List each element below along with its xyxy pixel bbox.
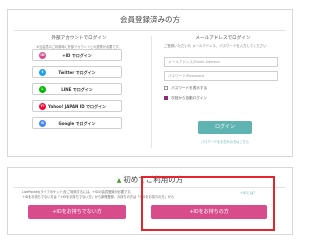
show-password-checkbox[interactable] [164,86,168,90]
registered-members-title: 会員登録済みの方 [120,15,180,24]
auto-login-label: 次回から自動ログイン [171,96,208,100]
registered-members-panel: 会員登録済みの方 外部アカウントでログイン ※当会員のご利用時に外部アカウントと… [7,9,293,157]
external-login-heading: 外部アカウントでログイン [51,36,107,41]
column-divider [151,36,152,148]
email-login-note: ご登録いただいた メールアドレス、パスワードを入力してください [164,44,267,48]
line-login-button[interactable]: L LINE でログイン [32,83,122,95]
external-login-column: 外部アカウントでログイン ※当会員のご利用時に外部アカウントとの連携が必要です。 [14,35,144,49]
login-button[interactable]: ログイン [198,121,252,134]
email-field[interactable] [164,57,278,67]
plus-id-login-button[interactable]: ID +ID でログイン [32,49,122,61]
yahoo-login-button[interactable]: Y! Yahoo! JAPAN ID でログイン [32,100,122,112]
auto-login-checkbox[interactable] [164,96,168,100]
highlight-annotation [141,176,275,231]
beginner-leaf-icon: ▲ [116,177,122,184]
plus-id-login-label: +ID でログイン [62,53,92,58]
line-login-label: LINE でログイン [61,87,93,92]
twitter-login-button[interactable]: t Twitter でログイン [32,66,122,78]
email-login-heading: メールアドレスでログイン [195,36,251,41]
password-field[interactable] [164,71,278,81]
yahoo-login-label: Yahoo! JAPAN ID でログイン [48,104,106,109]
auto-login-row[interactable]: 次回から自動ログイン [164,96,207,102]
email-login-column: メールアドレスでログイン ご登録いただいた メールアドレス、パスワードを入力して… [158,35,288,144]
google-login-button[interactable]: G Google でログイン [32,117,122,129]
twitter-login-label: Twitter でログイン [58,70,96,75]
login-page: 会員登録済みの方 外部アカウントでログイン ※当会員のご利用時に外部アカウントと… [0,0,300,243]
google-login-label: Google でログイン [58,121,96,126]
show-password-row[interactable]: パスワードを表示する [164,86,207,92]
show-password-label: パスワードを表示する [171,86,208,90]
forgot-password-link[interactable]: パスワードをお忘れの方はこちら [158,139,292,144]
title-divider [14,30,286,31]
no-plus-id-button[interactable]: +IDをお持ちでない方 [28,205,126,219]
